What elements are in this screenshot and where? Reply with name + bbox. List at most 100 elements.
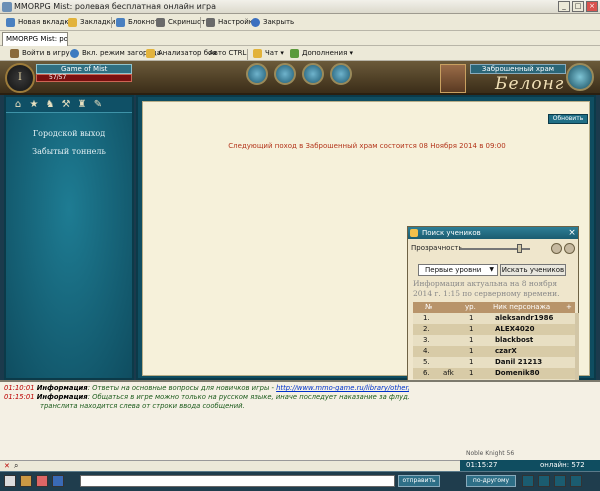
- location-avatar: [440, 64, 466, 93]
- student-nick[interactable]: ALEX4020: [495, 324, 535, 335]
- map-icon[interactable]: [302, 63, 324, 85]
- screenshot-button[interactable]: Скриншот: [156, 16, 205, 29]
- new-tab-icon: [6, 18, 15, 27]
- helmet-icon[interactable]: [246, 63, 268, 85]
- send-button[interactable]: отправить: [398, 475, 440, 487]
- zoom-icon[interactable]: [551, 243, 562, 254]
- student-flag: afk: [443, 369, 454, 377]
- student-lvl: 1: [469, 325, 474, 333]
- swords-icon[interactable]: [274, 63, 296, 85]
- hammer-icon[interactable]: ⚒: [60, 99, 72, 111]
- clock: 01:15:27: [466, 461, 498, 469]
- slider-handle[interactable]: [517, 244, 522, 253]
- window-icon: [410, 229, 418, 237]
- folder-icon: [146, 49, 155, 58]
- online-nick[interactable]: Noble Knight 56: [466, 450, 514, 457]
- location-logo: Белонг: [495, 74, 565, 94]
- house-icon: [10, 49, 19, 58]
- student-nick[interactable]: Domenik80: [495, 368, 539, 379]
- smile-icon[interactable]: [20, 475, 32, 487]
- student-lvl: 1: [469, 314, 474, 322]
- transparency-label: Прозрачность: [411, 244, 463, 252]
- battle-analyzer-button[interactable]: Анализатор боя: [146, 47, 217, 60]
- table-header: № ур. Ник персонажа +: [413, 302, 575, 313]
- tower-icon[interactable]: ♜: [76, 99, 88, 111]
- popup-header[interactable]: Поиск учеников: [408, 227, 578, 239]
- new-tab-button[interactable]: Новая вкладка: [6, 16, 73, 29]
- student-nick[interactable]: Danil 21213: [495, 357, 542, 368]
- private-button[interactable]: по-другому: [466, 475, 516, 487]
- info-text: Информация актуальна на 8 ноября 2014 г.…: [413, 279, 560, 298]
- addons-button[interactable]: Дополнения ▾: [290, 47, 353, 60]
- minimize-button[interactable]: _: [558, 1, 570, 12]
- refresh-button[interactable]: Обновить: [548, 114, 588, 124]
- chat-line: транслита находится слева от строки ввод…: [40, 402, 245, 410]
- left-panel-toolbar: ⌂ ★ ♞ ⚒ ♜ ✎: [6, 97, 132, 113]
- game-toolbar: Войти в игру ▾ Вкл. режим загорода Анали…: [0, 46, 600, 61]
- chat-button[interactable]: Чат ▾: [253, 47, 284, 60]
- app-icon: [2, 2, 12, 12]
- settings-icon[interactable]: [522, 475, 534, 487]
- search-students-button[interactable]: Искать учеников: [500, 264, 566, 276]
- boot-icon[interactable]: ♞: [44, 99, 56, 111]
- student-n: 1.: [423, 314, 430, 322]
- chat-icon: [253, 49, 262, 58]
- student-nick[interactable]: czarX: [495, 346, 517, 357]
- toolbar-divider: [247, 49, 248, 60]
- student-nick[interactable]: blackbost: [495, 335, 533, 346]
- student-lvl: 1: [469, 336, 474, 344]
- search-icon[interactable]: [564, 243, 575, 254]
- student-lvl: 1: [469, 347, 474, 355]
- student-n: 4.: [423, 347, 430, 355]
- expand-icon[interactable]: [570, 475, 582, 487]
- translit-icon[interactable]: [4, 475, 16, 487]
- close-circle-icon: [251, 18, 260, 27]
- clear-icon[interactable]: [554, 475, 566, 487]
- main-toolbar: Новая вкладка Закладки Блокнот Скриншот …: [0, 14, 600, 31]
- chat-input-bar: отправить по-другому: [0, 471, 600, 491]
- student-nick[interactable]: aleksandr1986: [495, 313, 553, 324]
- chat-line: 01:10:01 Информация: Ответы на основные …: [4, 384, 409, 392]
- student-row[interactable]: 4. 1 czarX: [413, 346, 575, 357]
- settings-button[interactable]: Настройки: [206, 16, 258, 29]
- chat-input[interactable]: [80, 475, 395, 487]
- level-select[interactable]: Первые уровни ▼: [418, 264, 498, 276]
- notepad-button[interactable]: Блокнот: [116, 16, 159, 29]
- maximize-button[interactable]: □: [572, 1, 584, 12]
- tool-icon[interactable]: ✎: [92, 99, 104, 111]
- left-panel: ⌂ ★ ♞ ⚒ ♜ ✎ Городской выход Забытый тонн…: [4, 95, 134, 380]
- student-row[interactable]: 6. afk 1 Domenik80: [413, 368, 575, 379]
- window-title: MMORPG Mist: ролевая бесплатная онлайн и…: [14, 2, 217, 11]
- chat-info-bar: 01:15:27 онлайн: 572 [49]: [460, 460, 600, 480]
- link-city-exit[interactable]: Городской выход: [6, 129, 132, 138]
- popup-close-icon[interactable]: ×: [567, 228, 577, 238]
- gear-icon: [206, 18, 215, 27]
- student-row[interactable]: 3. 1 blackbost: [413, 335, 575, 346]
- search-icon[interactable]: ⌕: [14, 461, 18, 471]
- close-chat-icon[interactable]: ✕: [4, 462, 10, 470]
- student-row[interactable]: 2. 1 ALEX4020: [413, 324, 575, 335]
- close-window-button[interactable]: ×: [586, 1, 598, 12]
- home-icon[interactable]: ⌂: [12, 99, 24, 111]
- smiles-icon[interactable]: [538, 475, 550, 487]
- student-n: 2.: [423, 325, 430, 333]
- student-row[interactable]: 1. 1 aleksandr1986: [413, 313, 575, 324]
- chevron-down-icon: ▼: [489, 266, 494, 273]
- menu-orb-icon[interactable]: [566, 63, 594, 91]
- chat-filter-bar: ✕ ⌕: [0, 460, 460, 471]
- character-name: Game of Mist: [36, 64, 132, 74]
- student-row[interactable]: 5. 1 Danil 21213: [413, 357, 575, 368]
- flag-icon[interactable]: [36, 475, 48, 487]
- chat-line: 01:15:01 Информация: Общаться в игре мож…: [4, 393, 409, 401]
- close-button[interactable]: Закрыть: [251, 16, 294, 29]
- link-forgotten-tunnel[interactable]: Забытый тоннель: [6, 147, 132, 156]
- auto-ctrl-button[interactable]: Авто CTRL: [207, 47, 246, 60]
- student-lvl: 1: [469, 369, 474, 377]
- mail-icon[interactable]: [52, 475, 64, 487]
- enter-game-button[interactable]: Войти в игру ▾: [10, 47, 75, 60]
- star-icon: [68, 18, 77, 27]
- tab-game[interactable]: MMORPG Mist: роле...: [2, 32, 68, 46]
- bookmarks-button[interactable]: Закладки: [68, 16, 115, 29]
- star-icon[interactable]: ★: [28, 99, 40, 111]
- book-icon[interactable]: [330, 63, 352, 85]
